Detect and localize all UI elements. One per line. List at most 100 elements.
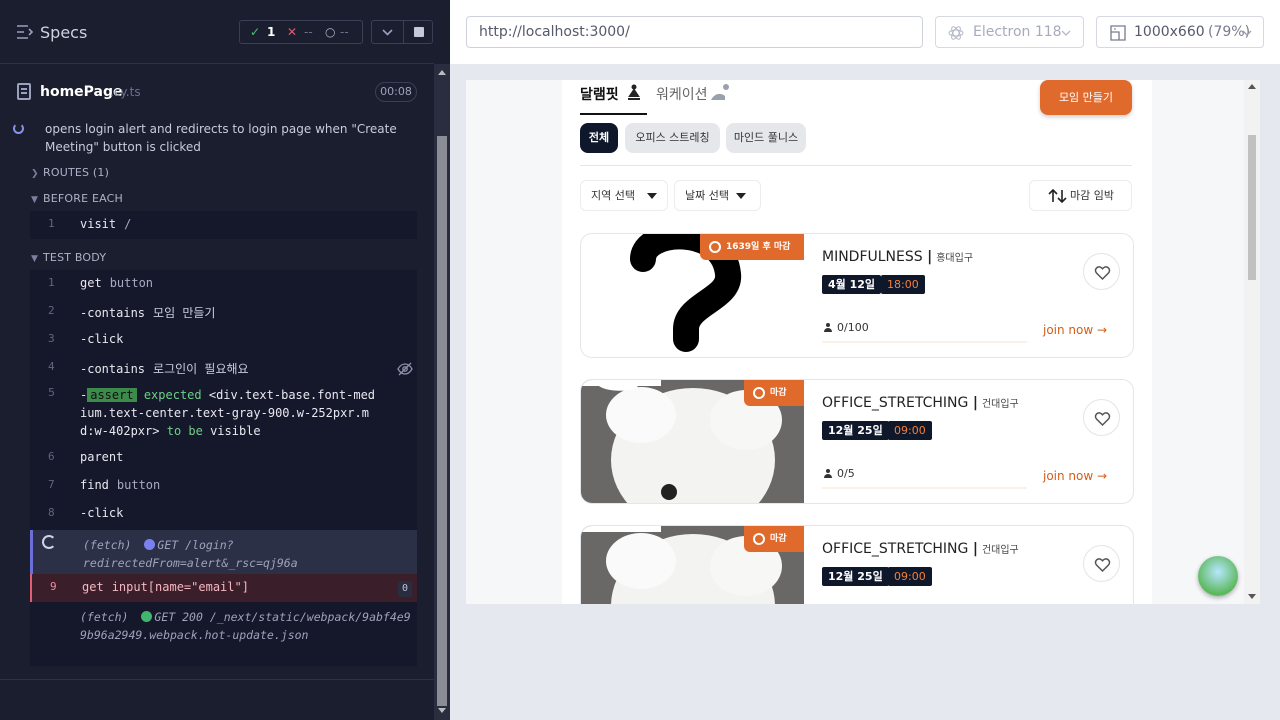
meeting-date: 12월 25일	[822, 567, 889, 586]
join-now-link[interactable]: join now →	[1043, 469, 1107, 483]
meeting-card[interactable]: 마감 OFFICE_STRETCHING | 건대입구 12월 25일 09:00…	[580, 379, 1134, 504]
meeting-location: 건대입구	[981, 545, 1019, 556]
command-row[interactable]: 1 get button	[30, 270, 417, 298]
before-each-section[interactable]: ▼ BEFORE EACH	[31, 192, 123, 205]
stop-icon	[414, 27, 424, 37]
chip-office-stretching[interactable]: 오피스 스트레칭	[625, 123, 720, 153]
fetch-label: (fetch)	[83, 538, 132, 552]
eye-slash-icon[interactable]	[397, 361, 413, 377]
scroll-down-icon[interactable]	[438, 708, 446, 713]
chip-mindfulness[interactable]: 마인드 풀니스	[726, 123, 806, 153]
browser-name: Electron 118	[973, 24, 1062, 40]
region-filter[interactable]: 지역 선택	[580, 180, 668, 211]
running-spinner-icon	[13, 123, 24, 134]
meeting-title: OFFICE_STRETCHING	[822, 541, 969, 557]
meeting-thumbnail: 1639일 후 마감	[581, 234, 804, 357]
join-label: join now	[1043, 323, 1094, 337]
command-row[interactable]: 2 -contains 모임 만들기	[30, 298, 417, 326]
reporter-panel: Specs ✓ 1 ✕ -- ○ -- homePage .cy.ts 00:0…	[0, 0, 450, 720]
meeting-title: OFFICE_STRETCHING	[822, 395, 969, 411]
fetch-log-row[interactable]: (fetch) GET /login?redirectedFrom=alert&…	[30, 530, 417, 574]
assert-command-row[interactable]: 5 - assert expected <div.text-base.font-m…	[30, 380, 417, 444]
deadline-text: 마감	[770, 534, 787, 544]
test-title[interactable]: opens login alert and redirects to login…	[45, 120, 415, 156]
scroll-up-icon[interactable]	[1248, 84, 1256, 89]
pending-dot-icon	[144, 539, 156, 550]
toggle-auto-scroll-button[interactable]	[371, 20, 404, 44]
fetch-log-row[interactable]: (fetch) GET 200 /_next/static/webpack/9a…	[30, 602, 417, 666]
alarm-icon	[753, 387, 765, 399]
stop-button[interactable]	[403, 20, 433, 44]
command-number: 4	[48, 360, 55, 373]
deadline-text: 1639일 후 마감	[726, 242, 791, 252]
heart-icon	[1094, 412, 1111, 427]
meeting-card[interactable]: 마감 OFFICE_STRETCHING | 건대입구 12월 25일 09:00	[580, 525, 1134, 604]
command-name: visit	[80, 217, 117, 231]
like-button[interactable]	[1083, 399, 1120, 436]
command-row[interactable]: 8 -click	[30, 500, 417, 528]
meeting-time: 09:00	[888, 567, 932, 586]
tab-workation[interactable]: 워케이션	[656, 84, 708, 104]
scrollbar-thumb[interactable]	[437, 136, 447, 706]
command-row[interactable]: 7 find button	[30, 472, 417, 500]
arrow-right-icon: →	[1097, 323, 1108, 337]
command-row[interactable]: 3 -click	[30, 326, 417, 354]
runner-toolbar: http://localhost:3000/ Electron 118 1000…	[450, 0, 1280, 64]
test-body-section[interactable]: ▼ TEST BODY	[31, 251, 106, 264]
specs-label[interactable]: Specs	[40, 23, 87, 42]
reporter-header: Specs ✓ 1 ✕ -- ○ --	[0, 0, 434, 64]
caret-down-icon	[647, 193, 657, 199]
chevron-down-icon: ▼	[31, 254, 39, 264]
command-row[interactable]: 6 parent	[30, 444, 417, 472]
sort-label: 마감 임박	[1070, 189, 1114, 202]
scroll-up-icon[interactable]	[438, 70, 446, 75]
command-row[interactable]: 4 -contains 로그인이 필요해요	[30, 354, 417, 382]
create-meeting-button[interactable]: 모임 만들기	[1040, 80, 1132, 115]
fetch-url: /_next/static/webpack/9abf4e99b96a2949.w…	[80, 610, 411, 642]
caret-down-icon	[736, 193, 746, 199]
success-dot-icon	[141, 611, 153, 622]
meeting-title: MINDFULNESS	[822, 249, 923, 265]
reporter-scrollbar[interactable]	[434, 64, 450, 720]
url-input[interactable]: http://localhost:3000/	[466, 16, 923, 48]
chip-all[interactable]: 전체	[580, 123, 618, 153]
sort-button[interactable]: 마감 임박	[1029, 180, 1132, 211]
loading-spinner-icon	[42, 535, 56, 549]
join-now-link[interactable]: join now →	[1043, 323, 1107, 337]
fetch-status: 200	[182, 610, 203, 624]
app-scrollbar[interactable]	[1244, 80, 1260, 604]
participants: 0/5	[824, 467, 855, 480]
command-number: 2	[48, 304, 55, 317]
meditation-icon	[628, 84, 640, 100]
routes-section[interactable]: ❯ ROUTES (1)	[31, 166, 109, 179]
floating-island-button[interactable]	[1198, 556, 1238, 596]
date-filter[interactable]: 날짜 선택	[674, 180, 761, 211]
like-button[interactable]	[1083, 253, 1120, 290]
fetch-method: GET	[154, 610, 176, 624]
meeting-date: 4월 12일	[822, 275, 882, 294]
element-count-badge: 0	[398, 581, 412, 597]
scroll-down-icon[interactable]	[1248, 594, 1256, 599]
fetch-method: GET	[157, 538, 179, 552]
browser-selector[interactable]: Electron 118	[935, 16, 1084, 48]
spec-file-row[interactable]: homePage .cy.ts 00:08	[0, 76, 434, 108]
before-each-label: BEFORE EACH	[43, 192, 124, 205]
meeting-time: 18:00	[881, 275, 925, 294]
tab-dallaemfit[interactable]: 달램핏	[580, 84, 619, 104]
alarm-icon	[709, 241, 721, 253]
assert-to-be: to be	[166, 424, 203, 438]
command-number: 5	[48, 386, 55, 399]
meeting-title-row: OFFICE_STRETCHING | 건대입구	[822, 541, 1019, 557]
viewport-selector[interactable]: 1000x660 (79%)	[1096, 16, 1264, 48]
meeting-card[interactable]: 1639일 후 마감 MINDFULNESS | 홍대입구 4월 12일 18:0…	[580, 233, 1134, 358]
heart-icon	[1094, 266, 1111, 281]
chevron-right-icon: ❯	[31, 169, 39, 179]
scrollbar-thumb[interactable]	[1248, 135, 1256, 280]
meeting-time: 09:00	[888, 421, 932, 440]
pending-count: --	[340, 25, 349, 39]
file-icon	[17, 83, 31, 100]
command-row[interactable]: 1 visit /	[30, 211, 417, 239]
specs-icon[interactable]	[16, 24, 34, 40]
failed-command-row[interactable]: 9 get input[name="email"] 0	[30, 574, 417, 602]
like-button[interactable]	[1083, 545, 1120, 582]
